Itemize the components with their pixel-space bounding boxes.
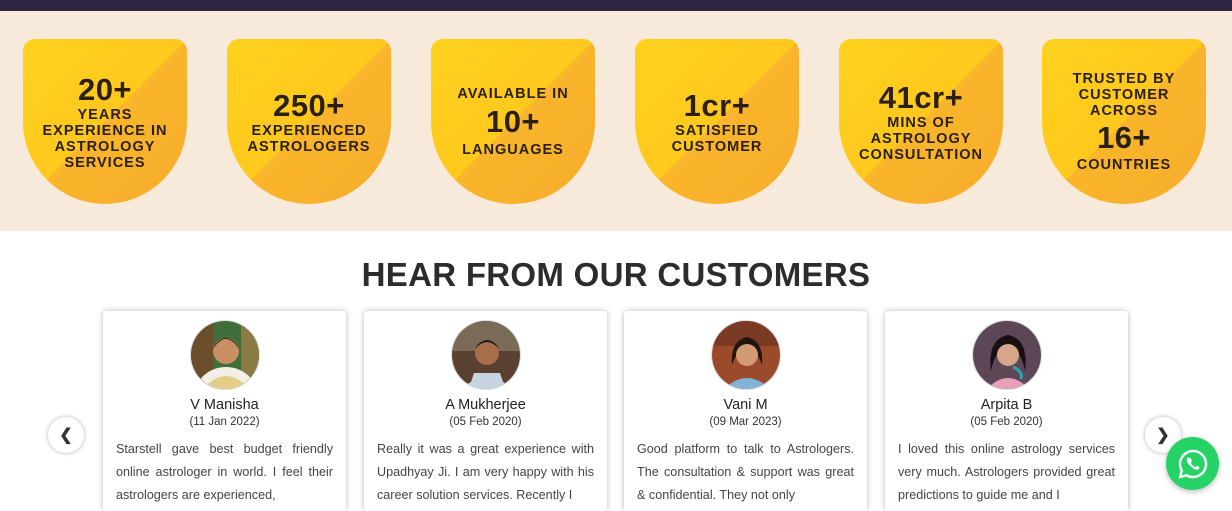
stat-label: EXPERIENCED ASTROLOGERS bbox=[247, 122, 371, 155]
stat-label: COUNTRIES bbox=[1076, 156, 1172, 173]
review-date: (05 Feb 2020) bbox=[449, 416, 522, 428]
stat-prefix: AVAILABLE IN bbox=[457, 85, 569, 102]
stat-label: SATISFIED CUSTOMER bbox=[671, 122, 763, 155]
stat-label: LANGUAGES bbox=[462, 141, 564, 158]
avatar bbox=[711, 320, 781, 390]
carousel-prev-button[interactable]: ❮ bbox=[48, 417, 84, 453]
stat-number: 1cr+ bbox=[683, 87, 751, 123]
review-text: Really it was a great experience with Up… bbox=[377, 442, 594, 502]
whatsapp-icon bbox=[1177, 449, 1207, 479]
top-banner-strip bbox=[0, 0, 1232, 11]
customer-name: V Manisha bbox=[190, 397, 259, 413]
stat-prefix: TRUSTED BY CUSTOMER ACROSS bbox=[1072, 70, 1176, 119]
stat-badge-experience: 20+ YEARS EXPERIENCE IN ASTROLOGY SERVIC… bbox=[23, 39, 187, 204]
stat-number: 20+ bbox=[77, 71, 133, 107]
avatar bbox=[190, 320, 260, 390]
review-date: (05 Feb 2020) bbox=[970, 416, 1043, 428]
testimonial-card: Arpita B (05 Feb 2020) I loved this onli… bbox=[885, 311, 1128, 511]
stat-number: 10+ bbox=[485, 103, 541, 139]
chevron-left-icon: ❮ bbox=[59, 427, 73, 444]
avatar bbox=[972, 320, 1042, 390]
review-text: Good platform to talk to Astrologers. Th… bbox=[637, 442, 854, 502]
testimonial-card: A Mukherjee (05 Feb 2020) Really it was … bbox=[364, 311, 607, 511]
stat-label: YEARS EXPERIENCE IN ASTROLOGY SERVICES bbox=[42, 106, 168, 171]
testimonial-card: V Manisha (11 Jan 2022) Starstell gave b… bbox=[103, 311, 346, 511]
customer-name: A Mukherjee bbox=[445, 397, 526, 413]
avatar bbox=[451, 320, 521, 390]
stat-badge-countries: TRUSTED BY CUSTOMER ACROSS 16+ COUNTRIES bbox=[1042, 39, 1206, 204]
stats-section: 20+ YEARS EXPERIENCE IN ASTROLOGY SERVIC… bbox=[0, 11, 1232, 231]
review-text: I loved this online astrology services v… bbox=[898, 442, 1115, 502]
chevron-right-icon: ❯ bbox=[1156, 427, 1170, 444]
stat-badge-languages: AVAILABLE IN 10+ LANGUAGES bbox=[431, 39, 595, 204]
testimonial-card: Vani M (09 Mar 2023) Good platform to ta… bbox=[624, 311, 867, 511]
customer-name: Vani M bbox=[723, 397, 768, 413]
whatsapp-button[interactable] bbox=[1166, 437, 1219, 490]
stat-badge-customers: 1cr+ SATISFIED CUSTOMER bbox=[635, 39, 799, 204]
review-text: Starstell gave best budget friendly onli… bbox=[116, 442, 333, 502]
stat-number: 41cr+ bbox=[878, 79, 964, 115]
review-date: (11 Jan 2022) bbox=[189, 416, 260, 428]
customer-name: Arpita B bbox=[980, 397, 1033, 413]
section-title: HEAR FROM OUR CUSTOMERS bbox=[361, 256, 871, 293]
stat-badge-astrologers: 250+ EXPERIENCED ASTROLOGERS bbox=[227, 39, 391, 204]
stat-badge-minutes: 41cr+ MINS OF ASTROLOGY CONSULTATION bbox=[839, 39, 1003, 204]
review-date: (09 Mar 2023) bbox=[709, 416, 782, 428]
stat-number: 250+ bbox=[273, 87, 345, 123]
stat-number: 16+ bbox=[1096, 119, 1152, 155]
stat-label: MINS OF ASTROLOGY CONSULTATION bbox=[859, 114, 983, 163]
